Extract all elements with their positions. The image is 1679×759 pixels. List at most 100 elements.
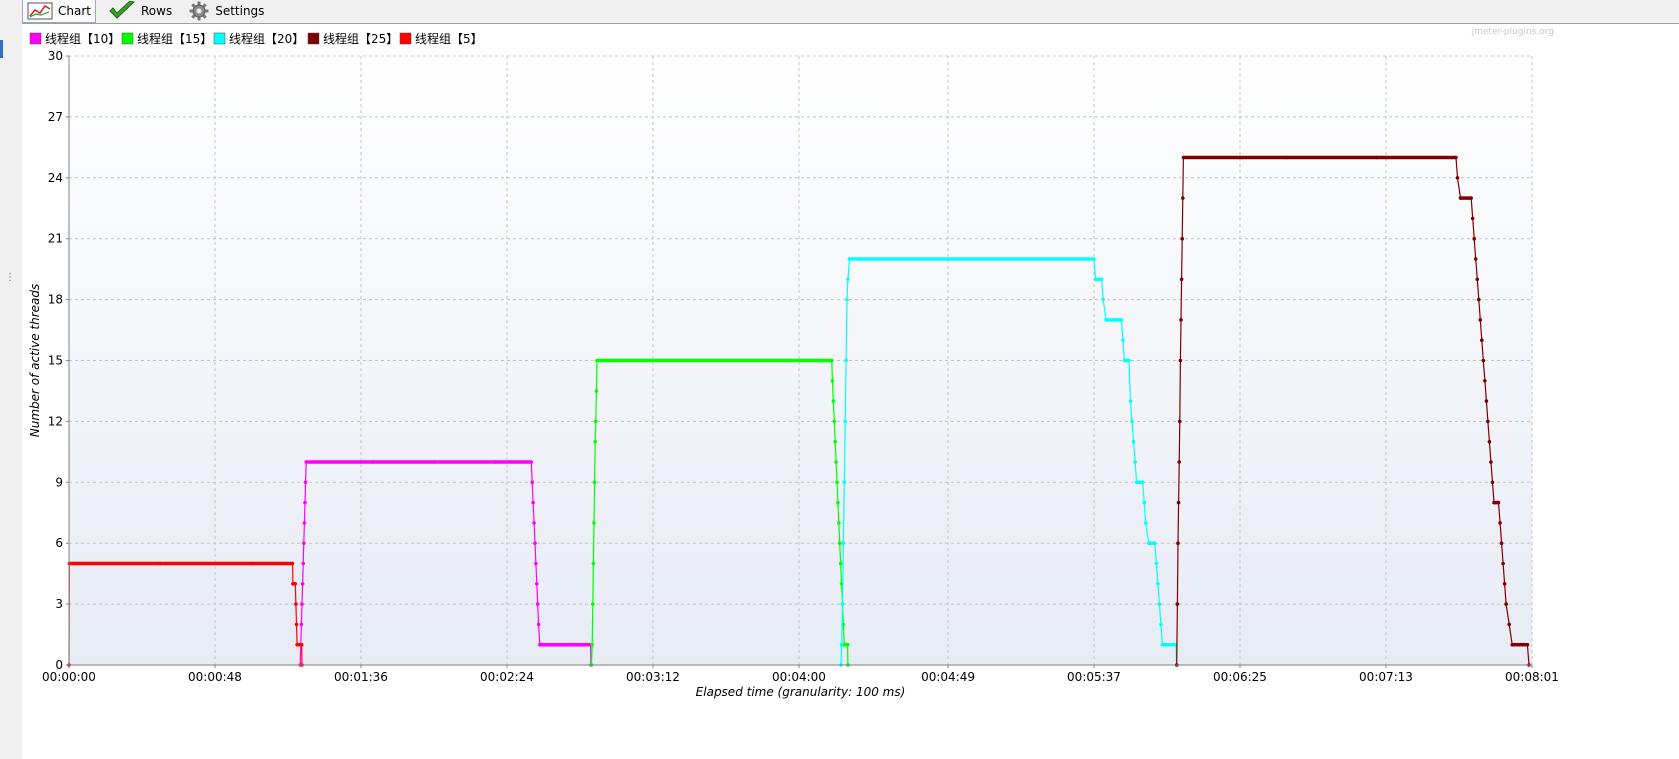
- data-point: [1504, 602, 1508, 606]
- data-point: [303, 500, 307, 505]
- legend-label: 线程组【10】: [45, 31, 120, 46]
- data-point: [532, 521, 536, 525]
- legend-swatch: [399, 32, 412, 45]
- data-point: [1176, 500, 1181, 505]
- data-point: [1180, 236, 1185, 241]
- data-point: [1156, 582, 1160, 586]
- data-point: [1501, 561, 1505, 566]
- data-point: [1157, 602, 1162, 606]
- y-tick-label: 15: [48, 354, 63, 368]
- selected-tree-marker: [0, 40, 3, 58]
- data-point: [594, 389, 599, 393]
- data-point: [592, 521, 596, 525]
- legend-label: 线程组【5】: [415, 31, 483, 46]
- data-point: [836, 500, 840, 505]
- rows-tab[interactable]: Rows: [104, 0, 176, 22]
- data-point: [1499, 541, 1504, 545]
- data-point: [535, 602, 540, 606]
- data-point: [590, 602, 595, 606]
- data-point: [1476, 297, 1481, 302]
- data-point: [1502, 582, 1507, 586]
- x-tick-label: 00:04:00: [772, 670, 826, 684]
- data-point: [302, 541, 306, 545]
- data-point: [1473, 257, 1478, 261]
- y-tick-label: 24: [48, 171, 63, 185]
- data-point: [593, 439, 597, 444]
- data-point: [1489, 460, 1493, 464]
- chart-tab[interactable]: Chart: [22, 0, 96, 23]
- data-point: [1133, 460, 1137, 464]
- x-tick-label: 00:01:36: [334, 670, 388, 684]
- data-point: [534, 561, 538, 566]
- data-point: [1159, 622, 1163, 627]
- data-point: [841, 541, 846, 545]
- data-point: [843, 419, 848, 424]
- y-tick-label: 30: [48, 49, 63, 63]
- data-point: [842, 480, 847, 485]
- data-point: [845, 297, 849, 302]
- view-toolbar: Chart Rows Settings: [22, 0, 1679, 23]
- data-point: [1498, 521, 1502, 525]
- x-tick-label: 00:00:48: [188, 670, 242, 684]
- watermark: jmeter-plugins.org: [1471, 27, 1554, 37]
- data-point: [302, 521, 307, 525]
- x-tick-label: 00:00:00: [42, 670, 96, 684]
- data-point: [1507, 622, 1511, 627]
- data-point: [300, 582, 305, 586]
- data-point: [301, 561, 306, 566]
- data-point: [1154, 561, 1159, 566]
- legend-swatch: [307, 32, 320, 45]
- data-point: [1177, 419, 1182, 424]
- y-axis-title: Number of active threads: [28, 284, 42, 438]
- x-tick-label: 00:07:13: [1359, 670, 1413, 684]
- data-point: [300, 602, 304, 606]
- x-tick-label: 00:06:25: [1213, 670, 1267, 684]
- data-point: [1131, 439, 1136, 444]
- data-point: [299, 622, 304, 627]
- legend-swatch: [121, 32, 134, 45]
- data-point: [834, 460, 838, 464]
- splitter-grip-icon[interactable]: ⋮: [5, 273, 15, 283]
- y-tick-label: 12: [48, 414, 63, 428]
- settings-tab-label: Settings: [215, 4, 265, 18]
- x-tick-label: 00:02:24: [480, 670, 534, 684]
- x-tick-label: 00:04:49: [921, 670, 975, 684]
- data-point: [531, 500, 535, 505]
- y-tick-label: 21: [48, 232, 63, 246]
- data-point: [846, 277, 850, 282]
- data-point: [594, 419, 598, 424]
- data-point: [1483, 379, 1487, 383]
- legend-label: 线程组【25】: [323, 31, 398, 46]
- y-tick-label: 3: [55, 597, 63, 611]
- data-point: [1130, 419, 1134, 424]
- x-tick-label: 00:08:01: [1505, 670, 1559, 684]
- y-tick-label: 27: [48, 110, 63, 124]
- data-point: [303, 480, 308, 485]
- settings-tab[interactable]: Settings: [184, 0, 268, 22]
- data-point: [837, 521, 841, 525]
- x-tick-label: 00:03:12: [626, 670, 680, 684]
- data-point: [1178, 358, 1183, 363]
- active-threads-chart: 03691215182124273000:00:00 00:00:48 00:01:…: [28, 27, 1559, 699]
- data-point: [1490, 480, 1495, 485]
- data-point: [1481, 358, 1486, 363]
- data-point: [1128, 399, 1133, 403]
- data-point: [1484, 399, 1489, 403]
- data-point: [530, 480, 535, 485]
- data-point: [832, 419, 837, 424]
- chart-panel: 0 3 6 9 12 15 18 21 24 27 30 00:00:00 00:00:48 00:01:…: [22, 23, 1679, 759]
- y-tick-label: 18: [48, 293, 63, 307]
- data-point: [591, 561, 596, 566]
- data-point: [835, 480, 839, 485]
- data-point: [1143, 521, 1148, 525]
- data-point: [1475, 277, 1480, 282]
- legend-swatch: [29, 32, 42, 45]
- data-point: [1176, 541, 1180, 545]
- legend-swatch: [213, 32, 226, 45]
- y-tick-label: 9: [55, 475, 63, 489]
- data-point: [838, 561, 843, 566]
- chart-icon: [27, 2, 53, 20]
- data-point: [294, 602, 298, 606]
- data-point: [1470, 216, 1475, 221]
- legend-label: 线程组【20】: [229, 31, 304, 46]
